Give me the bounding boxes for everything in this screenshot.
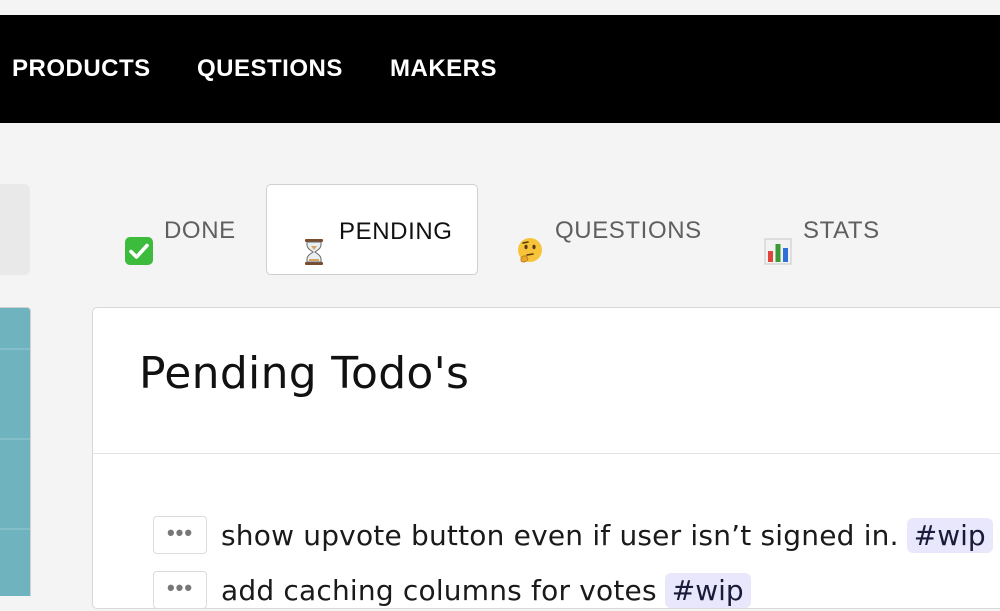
nav-link-products[interactable]: PRODUCTS [12,15,151,123]
list-item: ••• show upvote button even if user isn’t… [153,516,993,556]
nav-link-questions[interactable]: QUESTIONS [197,15,343,123]
page-title: Pending Todo's [139,348,470,399]
top-strip [0,0,1000,15]
tab-done-label: DONE [164,217,236,245]
tab-done[interactable]: DONE [124,184,236,275]
todo-menu-button[interactable]: ••• [153,516,207,554]
tab-questions[interactable]: QUESTIONS [515,184,702,275]
todo-text: add caching columns for votes [221,573,657,607]
divider [93,453,1000,454]
nav-link-makers[interactable]: MAKERS [390,15,497,123]
hashtag-link[interactable]: #wip [906,517,993,553]
sidebar-image [0,307,31,596]
tab-pending-label: PENDING [339,218,453,246]
sidebar-card [0,184,30,275]
check-mark-icon [124,213,154,265]
hourglass-icon [299,214,329,265]
tab-questions-label: QUESTIONS [555,217,702,245]
todo-text: show upvote button even if user isn’t si… [221,518,899,552]
pending-todos-panel: Pending Todo's ••• show upvote button eve… [92,307,1000,609]
hashtag-link[interactable]: #wip [664,572,751,608]
tab-pending[interactable]: PENDING [266,184,478,275]
todo-menu-button[interactable]: ••• [153,571,207,609]
thinking-face-icon [515,213,545,263]
tab-stats-label: STATS [803,217,880,245]
top-navbar: PRODUCTS QUESTIONS MAKERS [0,15,1000,123]
bar-chart-icon [763,213,793,265]
tab-stats[interactable]: STATS [763,184,880,275]
list-item: ••• add caching columns for votes #wip [153,571,751,611]
